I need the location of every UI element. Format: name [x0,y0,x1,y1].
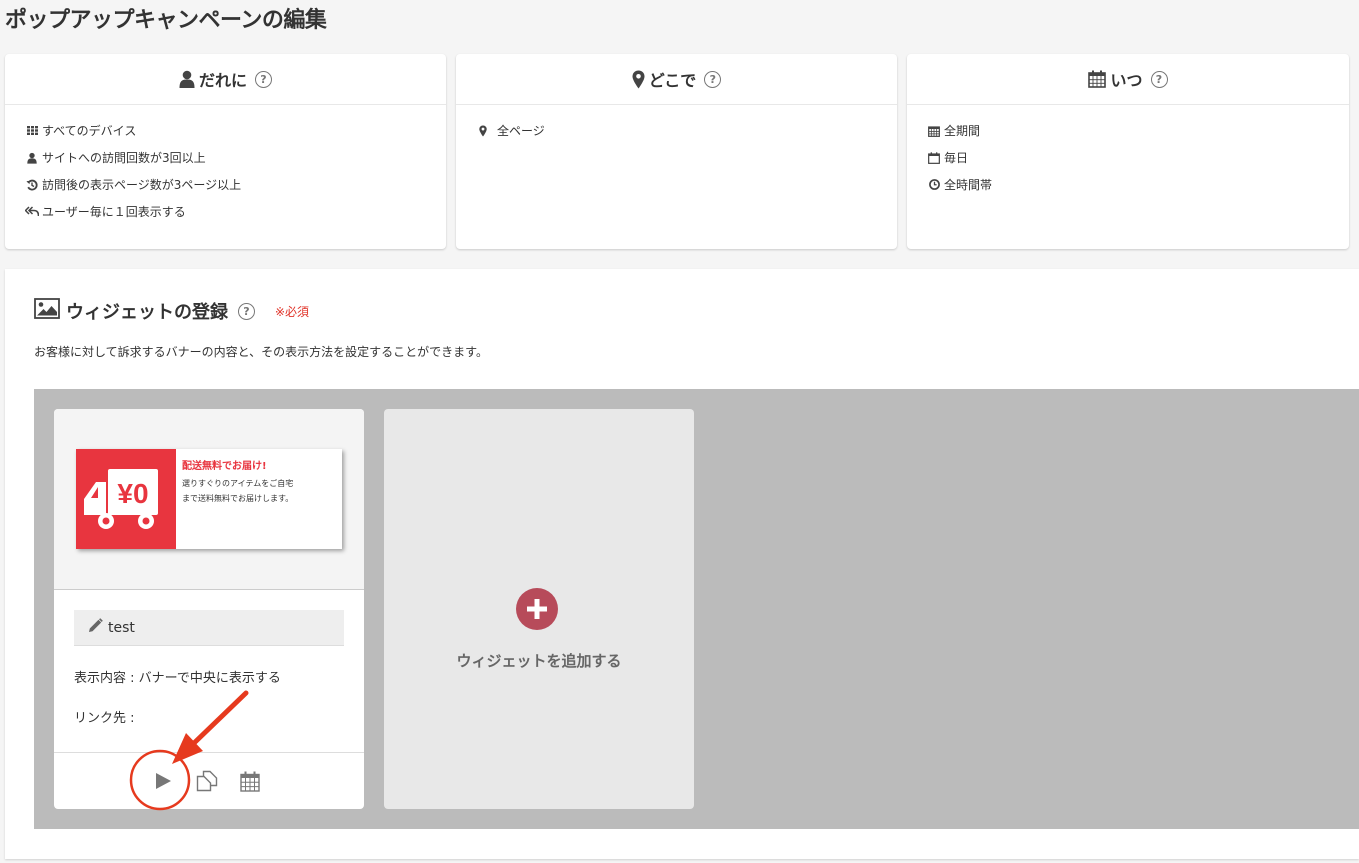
grid-icon [25,126,39,135]
user-icon [25,152,39,164]
list-item: すべてのデバイス [25,117,446,144]
where-card-title: どこで [648,71,697,90]
copy-icon[interactable] [195,768,219,794]
question-circle-icon[interactable]: ? [1150,70,1168,88]
widget-card: ¥0 配送無料でお届け! 選りすぐりのアイテムをご自宅 まで送料無料でお届けしま… [54,409,364,809]
user-icon [179,70,195,88]
where-card: どこで ? 全ページ [456,54,897,249]
where-card-header: どこで ? [456,54,897,105]
map-marker-icon [632,70,645,89]
widget-title-text: ウィジェットの登録 [66,302,228,323]
add-widget-button[interactable]: ウィジェットを追加する [384,409,694,809]
who-card-title: だれに [198,71,247,90]
play-icon[interactable] [151,768,175,794]
widget-actions [54,752,364,809]
banner-preview[interactable]: ¥0 配送無料でお届け! 選りすぐりのアイテムをご自宅 まで送料無料でお届けしま… [76,449,342,549]
map-marker-icon [476,124,490,137]
list-item: 毎日 [927,144,1349,171]
widget-description: お客様に対して訴求するバナーの内容と、その表示方法を設定することができます。 [34,345,488,359]
pencil-icon [88,618,103,637]
widget-link: リンク先 : [74,711,135,726]
question-circle-icon[interactable]: ? [255,70,272,88]
reply-all-icon [25,206,39,217]
when-card: いつ ? 全期間 毎日 全時間帯 [907,54,1349,249]
widget-preview: ¥0 配送無料でお届け! 選りすぐりのアイテムをご自宅 まで送料無料でお届けしま… [54,409,364,590]
free-shipping-truck-graphic: ¥0 [76,449,176,549]
widget-name: test [108,619,135,636]
when-card-title: いつ [1110,71,1143,90]
widget-display-type: 表示内容 : バナーで中央に表示する [74,671,281,686]
list-item: 全期間 [927,117,1349,144]
calendar-empty-icon [927,151,941,164]
banner-heading: 配送無料でお届け! [182,461,267,472]
who-card: だれに ? すべてのデバイス サイトへの訪問回数が3回以上 訪問後の表示ページ数… [5,54,446,249]
who-card-header: だれに ? [5,54,446,105]
banner-body: 選りすぐりのアイテムをご自宅 まで送料無料でお届けします。 [182,479,294,503]
list-item: 全時間帯 [927,171,1349,198]
svg-text:¥0: ¥0 [117,478,148,509]
list-item: 全ページ [476,117,897,144]
clock-icon [927,179,941,190]
calendar-icon [1088,70,1107,88]
list-item: ユーザー毎に１回表示する [25,198,446,225]
plus-icon [516,588,558,630]
question-circle-icon[interactable]: ? [704,70,722,88]
calendar-icon[interactable] [238,768,262,794]
widget-section-title: ウィジェットの登録 ? ※必須 [34,298,309,324]
calendar-icon [927,125,941,137]
widget-name-field[interactable]: test [74,610,344,646]
add-widget-label: ウィジェットを追加する [456,652,622,670]
image-icon [34,298,60,324]
page-title: ポップアップキャンペーンの編集 [5,8,327,33]
when-card-header: いつ ? [907,54,1349,105]
widget-list-area: ¥0 配送無料でお届け! 選りすぐりのアイテムをご自宅 まで送料無料でお届けしま… [34,389,1359,829]
required-badge: ※必須 [275,304,310,319]
list-item: サイトへの訪問回数が3回以上 [25,144,446,171]
widget-registration-panel: ウィジェットの登録 ? ※必須 お客様に対して訴求するバナーの内容と、その表示方… [5,269,1359,859]
question-circle-icon[interactable]: ? [238,302,255,320]
history-icon [25,179,39,191]
list-item: 訪問後の表示ページ数が3ページ以上 [25,171,446,198]
